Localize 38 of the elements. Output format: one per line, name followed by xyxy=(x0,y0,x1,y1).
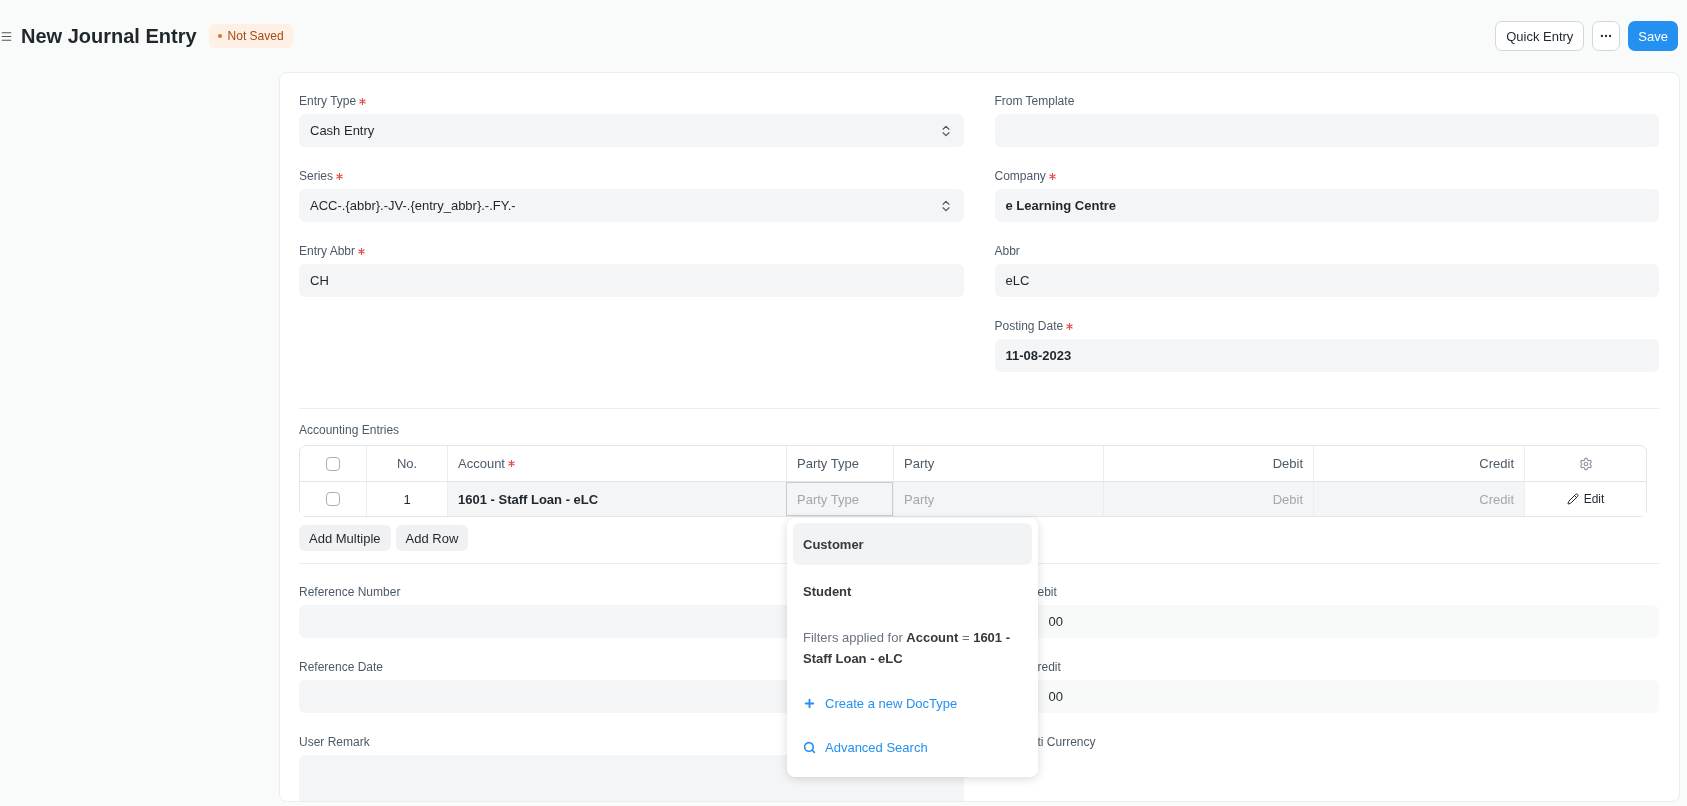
dropdown-option[interactable]: Customer xyxy=(793,523,1032,565)
dropdown-option[interactable]: Student xyxy=(793,570,1032,612)
input-field[interactable]: 00 xyxy=(1037,605,1659,638)
column-header: Credit xyxy=(1479,456,1514,471)
section-label: Accounting Entries xyxy=(299,423,401,437)
column-header: No. xyxy=(396,456,418,471)
column-header: Account xyxy=(458,456,515,471)
field-label: Series xyxy=(299,163,343,189)
field-label: User Remark xyxy=(299,734,370,751)
field-label: Entry Abbr xyxy=(299,238,366,264)
filter-note: Filters applied for Account = 1601 - Staff Loan - eLC xyxy=(802,629,1012,668)
input-field[interactable]: 00 xyxy=(1037,680,1659,713)
field-label: Reference Date xyxy=(299,659,384,676)
select-field[interactable]: Cash Entry xyxy=(299,114,964,147)
add-multiple-button[interactable]: Add Multiple xyxy=(299,525,391,551)
field-label: ti Currency xyxy=(1037,734,1096,751)
table-cell[interactable]: 1601 - Staff Loan - eLC xyxy=(447,482,786,516)
page-title: New Journal Entry xyxy=(21,24,197,48)
add-row-button[interactable]: Add Row xyxy=(395,525,469,551)
field-label: Abbr xyxy=(994,243,1020,260)
input-field[interactable]: e Learning Centre xyxy=(994,189,1659,222)
field-label: redit xyxy=(1037,659,1061,676)
column-header: Party xyxy=(904,456,935,471)
field-label: Posting Date xyxy=(994,313,1074,339)
select-field[interactable]: ACC-.{abbr}.-JV-.{entry_abbr}.-.FY.- xyxy=(299,189,964,222)
status-badge: Not Saved xyxy=(208,24,293,48)
field-label: Reference Number xyxy=(299,584,401,601)
field-label: ebit xyxy=(1037,584,1057,601)
field-label: Company xyxy=(994,163,1056,189)
edit-button[interactable]: Edit xyxy=(1566,492,1605,506)
quick-entry-button[interactable]: Quick Entry xyxy=(1495,21,1585,51)
column-header: Party Type xyxy=(797,456,859,471)
input-field[interactable]: eLC xyxy=(994,264,1659,297)
column-header: Debit xyxy=(1272,456,1303,471)
field-label: From Template xyxy=(994,93,1075,110)
input-field[interactable]: CH xyxy=(299,264,964,297)
field-label: Entry Type xyxy=(299,88,367,114)
input-field[interactable]: 11-08-2023 xyxy=(994,339,1659,372)
